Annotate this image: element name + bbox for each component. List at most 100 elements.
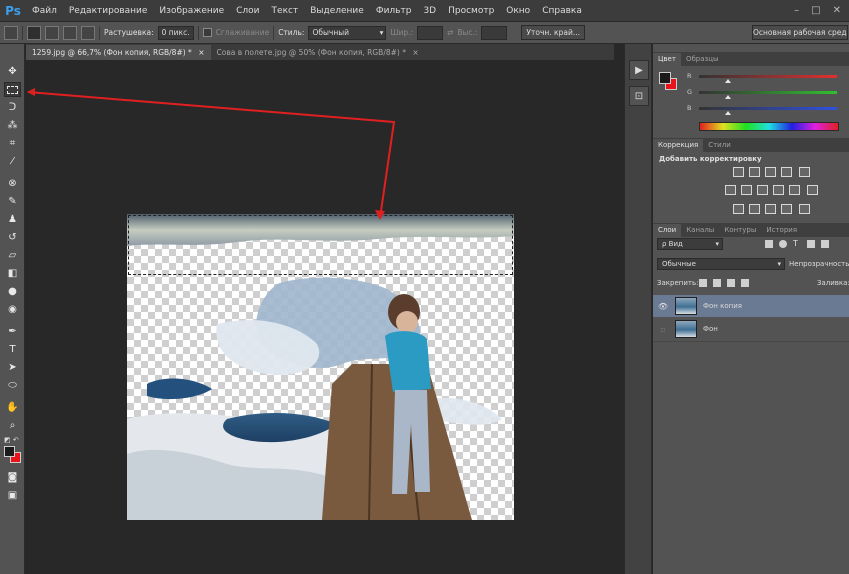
exposure-icon[interactable] xyxy=(781,167,792,177)
doc-tab-active[interactable]: 1259.jpg @ 66,7% (Фон копия, RGB/8#) * × xyxy=(26,45,211,60)
slider-r[interactable]: R xyxy=(687,72,839,83)
menu-layers[interactable]: Слои xyxy=(230,6,265,16)
slider-r-thumb[interactable] xyxy=(725,79,731,83)
blend-mode-select[interactable]: Обычные ▾ xyxy=(657,258,785,270)
new-selection-icon[interactable] xyxy=(27,25,41,40)
antialias-checkbox[interactable] xyxy=(202,28,212,37)
menu-filter[interactable]: Фильтр xyxy=(370,6,418,16)
subtract-selection-icon[interactable] xyxy=(63,25,77,40)
color-balance-icon[interactable] xyxy=(741,185,752,195)
menu-3d[interactable]: 3D xyxy=(417,6,442,16)
swap-colors-icon[interactable]: ◩ ↶ xyxy=(4,436,19,444)
type-icon[interactable]: T xyxy=(4,342,21,357)
slider-g[interactable]: G xyxy=(687,88,839,99)
layer-row[interactable]: ▫ Фон xyxy=(653,318,849,340)
menu-type[interactable]: Текст xyxy=(266,6,305,16)
close-button[interactable]: ✕ xyxy=(833,5,841,16)
move-icon[interactable]: ✥ xyxy=(4,64,21,79)
refine-edge-button[interactable]: Уточн. край... xyxy=(521,25,585,40)
height-input[interactable] xyxy=(481,25,508,40)
slider-b-thumb[interactable] xyxy=(725,111,731,115)
add-selection-icon[interactable] xyxy=(45,25,59,40)
feather-input[interactable]: 0 пикс. xyxy=(157,25,194,40)
stamp-icon[interactable]: ♟ xyxy=(4,212,21,227)
width-input[interactable] xyxy=(417,25,444,40)
style-select[interactable]: Обычный ▾ xyxy=(308,25,387,40)
filter-pixel-icon[interactable] xyxy=(765,240,773,248)
menu-file[interactable]: Файл xyxy=(26,6,63,16)
tab-layers[interactable]: Слои xyxy=(653,224,682,237)
tab-swatches[interactable]: Образцы xyxy=(681,53,724,66)
quick-mask-icon[interactable]: ◙ xyxy=(4,470,21,485)
photo-filter-icon[interactable] xyxy=(773,185,784,195)
gradient-map-icon[interactable] xyxy=(781,204,792,214)
lasso-icon[interactable]: ᑐ xyxy=(4,100,21,115)
vibrance-icon[interactable] xyxy=(799,167,810,177)
menu-window[interactable]: Окно xyxy=(500,6,536,16)
eye-icon[interactable]: 👁 xyxy=(657,302,669,311)
filter-smart-icon[interactable] xyxy=(821,240,829,248)
slider-g-thumb[interactable] xyxy=(725,95,731,99)
tab-adjustments[interactable]: Коррекция xyxy=(653,139,704,152)
menu-edit[interactable]: Редактирование xyxy=(63,6,154,16)
intersect-selection-icon[interactable] xyxy=(81,25,95,40)
hand-icon[interactable]: ✋ xyxy=(4,400,21,415)
history-brush-icon[interactable]: ↺ xyxy=(4,230,21,245)
dodge-icon[interactable]: ◉ xyxy=(4,302,21,317)
menu-select[interactable]: Выделение xyxy=(304,6,370,16)
invert-icon[interactable] xyxy=(733,204,744,214)
visibility-toggle-icon[interactable]: ▫ xyxy=(657,325,669,334)
brightness-icon[interactable] xyxy=(733,167,744,177)
close-icon[interactable]: × xyxy=(412,48,418,57)
tab-channels[interactable]: Каналы xyxy=(681,224,719,237)
zoom-icon[interactable]: ⌕ xyxy=(4,418,21,433)
minimize-button[interactable]: – xyxy=(794,5,799,16)
maximize-button[interactable]: □ xyxy=(811,5,820,16)
levels-icon[interactable] xyxy=(749,167,760,177)
gradient-icon[interactable]: ◧ xyxy=(4,266,21,281)
workspace-switcher[interactable]: Основная рабочая среда xyxy=(752,25,848,40)
lock-transparent-icon[interactable] xyxy=(699,279,707,287)
menu-view[interactable]: Просмотр xyxy=(442,6,500,16)
hue-saturation-icon[interactable] xyxy=(725,185,736,195)
pen-icon[interactable]: ✒ xyxy=(4,324,21,339)
filter-adjustment-icon[interactable] xyxy=(779,240,787,248)
posterize-icon[interactable] xyxy=(749,204,760,214)
curves-icon[interactable] xyxy=(765,167,776,177)
lock-all-icon[interactable] xyxy=(741,279,749,287)
play-icon[interactable]: ▶ xyxy=(629,60,649,80)
channel-mixer-icon[interactable] xyxy=(789,185,800,195)
tab-styles[interactable]: Стили xyxy=(703,139,736,152)
tab-color[interactable]: Цвет xyxy=(653,53,681,66)
slider-b[interactable]: B xyxy=(687,104,839,115)
color-lookup-icon[interactable] xyxy=(807,185,818,195)
properties-icon[interactable]: ⊡ xyxy=(629,86,649,106)
swap-icon[interactable]: ⇄ xyxy=(447,28,453,37)
filter-shape-icon[interactable] xyxy=(807,240,815,248)
threshold-icon[interactable] xyxy=(765,204,776,214)
layer-filter-select[interactable]: ρ Вид ▾ xyxy=(657,238,723,250)
color-spectrum[interactable] xyxy=(699,122,839,131)
eraser-icon[interactable]: ▱ xyxy=(4,248,21,263)
lock-pixels-icon[interactable] xyxy=(713,279,721,287)
path-select-icon[interactable]: ➤ xyxy=(4,360,21,375)
screen-mode-icon[interactable]: ▣ xyxy=(4,488,21,503)
filter-type-icon[interactable]: T xyxy=(793,240,801,248)
tab-history[interactable]: История xyxy=(761,224,802,237)
foreground-color-swatch[interactable] xyxy=(4,446,15,457)
layer-row-selected[interactable]: 👁 Фон копия xyxy=(653,295,849,317)
tab-paths[interactable]: Контуры xyxy=(719,224,761,237)
lock-position-icon[interactable] xyxy=(727,279,735,287)
menu-help[interactable]: Справка xyxy=(536,6,588,16)
marquee-icon[interactable] xyxy=(4,82,21,97)
crop-icon[interactable]: ⌗ xyxy=(4,136,21,151)
tool-preset-icon[interactable] xyxy=(4,25,18,40)
document-canvas[interactable] xyxy=(127,214,514,520)
magic-wand-icon[interactable]: ⁂ xyxy=(4,118,21,133)
doc-tab[interactable]: Сова в полете.jpg @ 50% (Фон копия, RGB/… xyxy=(210,45,425,60)
shape-icon[interactable]: ⬭ xyxy=(4,378,21,393)
blur-icon[interactable]: ● xyxy=(4,284,21,299)
fg-color-swatch[interactable] xyxy=(659,72,671,84)
eyedropper-icon[interactable]: ⁄ xyxy=(4,154,21,169)
menu-image[interactable]: Изображение xyxy=(153,6,230,16)
